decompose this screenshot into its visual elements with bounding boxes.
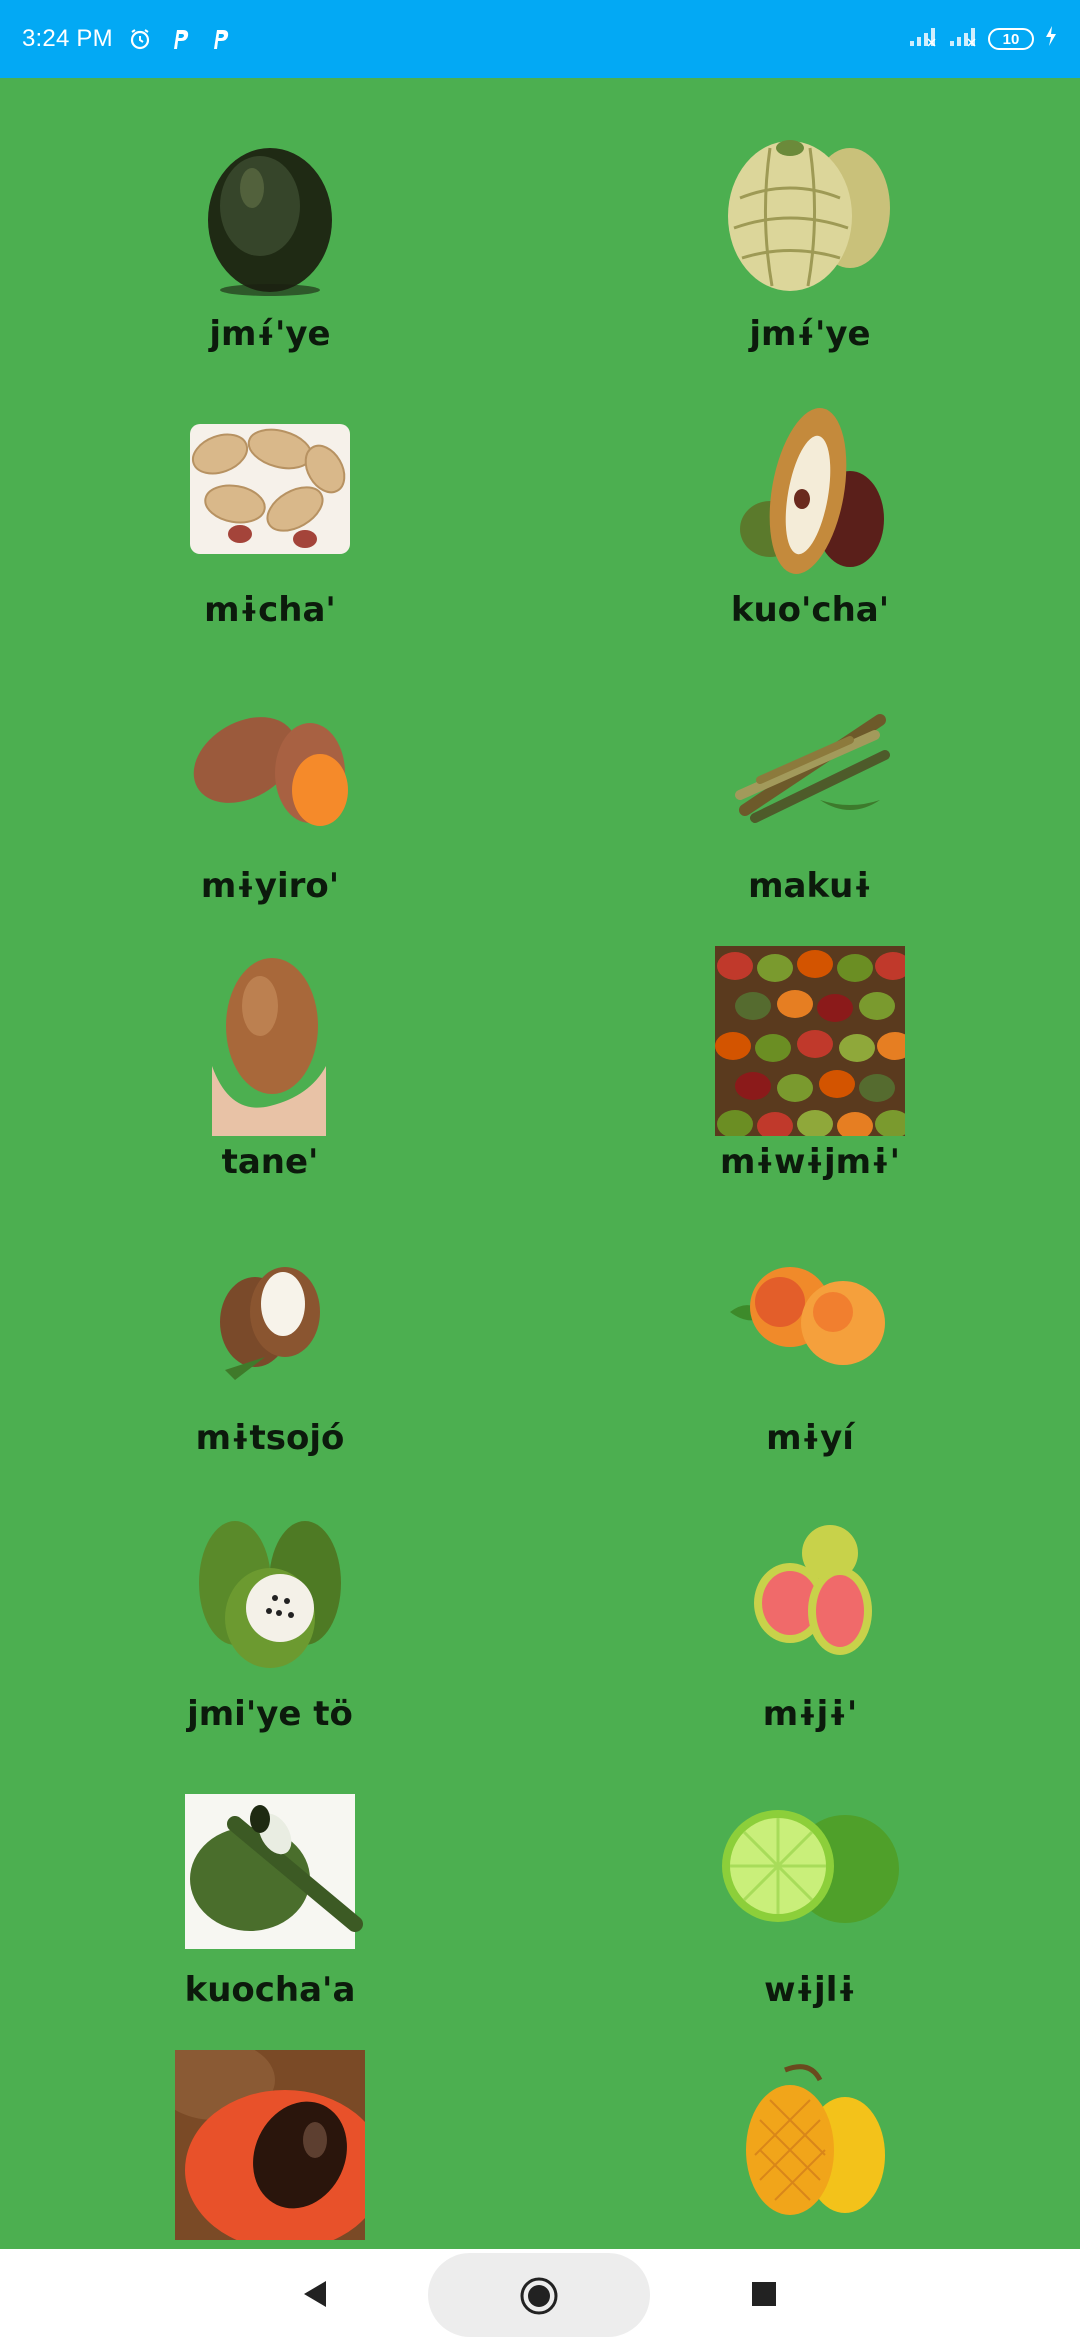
fruit-label: jmi'ye tö (187, 1694, 353, 1734)
peanuts-image (175, 394, 365, 584)
fruit-grid-scroll[interactable]: jmɨ́'ye jmɨ́'ye mɨcha' kuo'cha' mɨyiro' … (0, 78, 1080, 2249)
sugarcane-image (715, 670, 905, 860)
fruit-label: mɨcha' (204, 590, 336, 630)
avocado-image (175, 118, 365, 308)
mamey-image (175, 2050, 365, 2240)
sugar-apple-image (715, 118, 905, 308)
fruit-item[interactable]: mɨtsojó (0, 1222, 540, 1498)
fruit-item[interactable]: mɨyí (540, 1222, 1080, 1498)
cacao-pod-image (715, 394, 905, 584)
signal-icon (948, 25, 978, 54)
signal-icon (908, 25, 938, 54)
sweet-potato-image (175, 670, 365, 860)
potato-image (175, 946, 365, 1136)
battery-icon: 10 (988, 28, 1034, 50)
fruit-label: kuocha'a (184, 1970, 356, 2010)
fruit-label: mɨyí (766, 1418, 854, 1458)
fruit-item[interactable]: tane' (0, 946, 540, 1222)
fruit-item[interactable]: mɨyiro' (0, 670, 540, 946)
fruit-item[interactable]: mɨwɨjmɨ' (540, 946, 1080, 1222)
recents-icon[interactable] (751, 2281, 777, 2307)
status-left: 3:24 PM (22, 25, 233, 53)
battery-level: 10 (1002, 30, 1020, 48)
lime-image (715, 1774, 905, 1964)
fruit-label: mɨwɨjmɨ' (720, 1142, 900, 1182)
p-app-icon (167, 26, 193, 52)
fruit-item[interactable]: mɨcha' (0, 394, 540, 670)
fruit-label: mɨjɨ' (762, 1694, 858, 1734)
back-icon[interactable] (295, 2269, 335, 2319)
status-bar: 3:24 PM 10 (0, 0, 1080, 78)
fruit-label: mɨyiro' (200, 866, 340, 906)
charging-icon (1044, 25, 1058, 54)
home-icon[interactable] (516, 2273, 562, 2319)
p-app-icon (207, 26, 233, 52)
fruit-grid: jmɨ́'ye jmɨ́'ye mɨcha' kuo'cha' mɨyiro' … (0, 78, 1080, 2249)
fruit-label: jmɨ́'ye (209, 314, 331, 354)
soursop-image (175, 1498, 365, 1688)
guava-image (715, 1498, 905, 1688)
fruit-item[interactable] (540, 2050, 1080, 2249)
fruit-label: kuo'cha' (730, 590, 890, 630)
fruit-item[interactable]: wɨjlɨ (540, 1774, 1080, 2050)
fruit-item[interactable]: kuo'cha' (540, 394, 1080, 670)
fruit-item[interactable]: kuocha'a (0, 1774, 540, 2050)
fruit-item[interactable]: jmɨ́'ye (0, 118, 540, 394)
fruit-label: mɨtsojó (195, 1418, 345, 1458)
peaches-image (715, 1222, 905, 1412)
fruit-item[interactable]: jmi'ye tö (0, 1498, 540, 1774)
mangoes-pile-image (715, 946, 905, 1136)
navigation-bar (0, 2249, 1080, 2340)
fruit-item[interactable]: jmɨ́'ye (540, 118, 1080, 394)
alarm-icon (127, 26, 153, 52)
status-right: 10 (908, 25, 1058, 54)
fruit-label: jmɨ́'ye (749, 314, 871, 354)
fruit-item[interactable]: mɨjɨ' (540, 1498, 1080, 1774)
coconut-image (175, 1222, 365, 1412)
fruit-label: tane' (221, 1142, 319, 1182)
fruit-item[interactable] (0, 2050, 540, 2249)
mango-image (715, 2050, 905, 2240)
fruit-label: wɨjlɨ (764, 1970, 856, 2010)
fruit-item[interactable]: makuɨ (540, 670, 1080, 946)
fruit-label: makuɨ (748, 866, 872, 906)
status-time: 3:24 PM (22, 25, 113, 52)
inga-pod-image (175, 1774, 365, 1964)
